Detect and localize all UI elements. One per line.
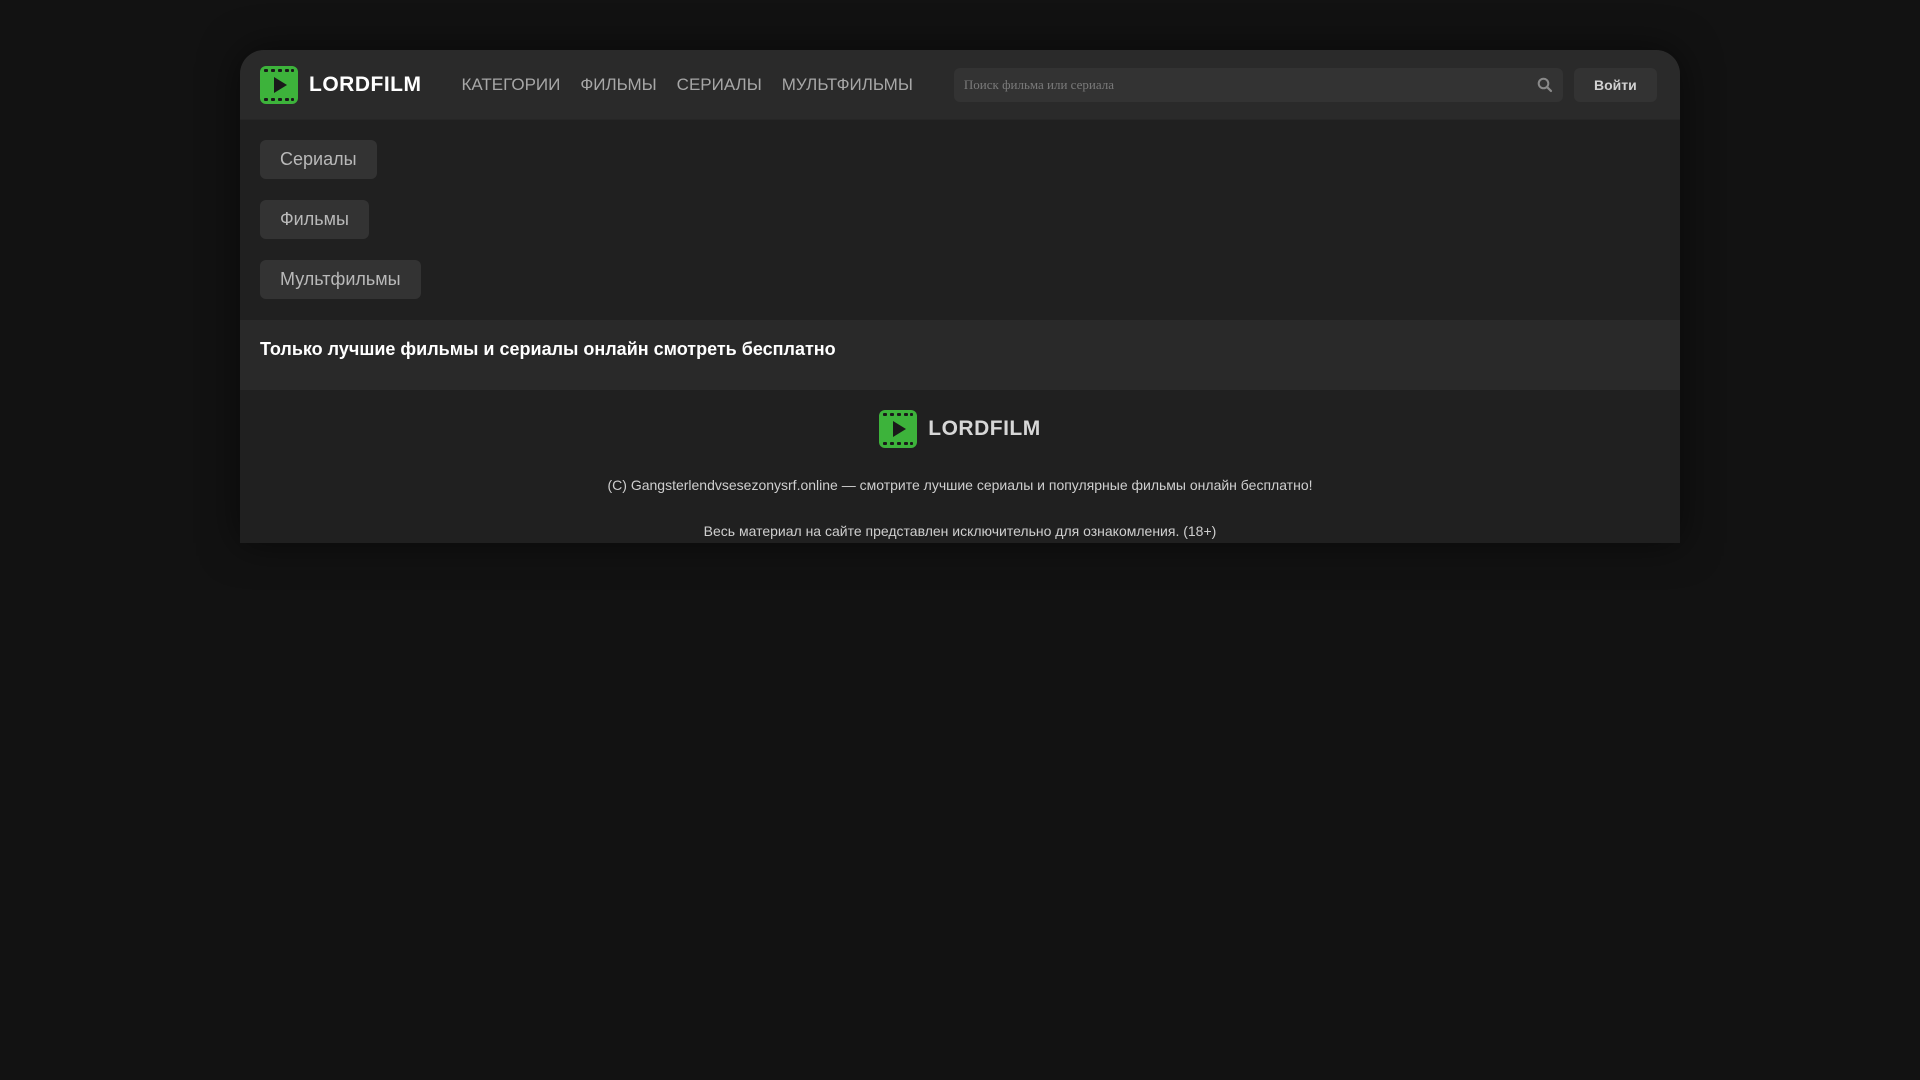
login-button[interactable]: Войти xyxy=(1573,67,1657,102)
film-play-icon xyxy=(260,65,298,104)
search-input[interactable] xyxy=(953,67,1563,102)
page-container: LORDFILM КАТЕГОРИИ ФИЛЬМЫ СЕРИАЛЫ МУЛЬТФ… xyxy=(240,50,1680,543)
search-icon[interactable] xyxy=(1537,77,1553,93)
footer-logo-text: LORDFILM xyxy=(928,417,1041,440)
category-films-button[interactable]: Фильмы xyxy=(260,200,369,239)
nav-item-series[interactable]: СЕРИАЛЫ xyxy=(677,75,762,95)
footer-logo[interactable]: LORDFILM xyxy=(879,410,1040,448)
nav-item-categories[interactable]: КАТЕГОРИИ xyxy=(461,75,560,95)
nav-item-cartoons[interactable]: МУЛЬТФИЛЬМЫ xyxy=(782,75,913,95)
footer-copyright: (C) Gangsterlendvsesezonysrf.online — см… xyxy=(607,477,1313,493)
search-box xyxy=(953,67,1563,102)
site-logo[interactable]: LORDFILM xyxy=(260,65,422,104)
page-title: Только лучшие фильмы и сериалы онлайн см… xyxy=(260,338,836,359)
category-list: Сериалы Фильмы Мультфильмы xyxy=(240,120,1680,320)
tagline-section: Только лучшие фильмы и сериалы онлайн см… xyxy=(240,320,1680,390)
film-play-icon xyxy=(879,410,918,448)
category-series-button[interactable]: Сериалы xyxy=(260,140,377,179)
nav-item-films[interactable]: ФИЛЬМЫ xyxy=(580,75,656,95)
category-cartoons-button[interactable]: Мультфильмы xyxy=(260,260,421,299)
footer-disclaimer: Весь материал на сайте представлен исклю… xyxy=(703,523,1217,539)
main-nav: КАТЕГОРИИ ФИЛЬМЫ СЕРИАЛЫ МУЛЬТФИЛЬМЫ xyxy=(461,75,932,95)
site-footer: LORDFILM (C) Gangsterlendvsesezonysrf.on… xyxy=(240,390,1680,543)
logo-text: LORDFILM xyxy=(309,72,422,96)
site-header: LORDFILM КАТЕГОРИИ ФИЛЬМЫ СЕРИАЛЫ МУЛЬТФ… xyxy=(240,50,1680,120)
